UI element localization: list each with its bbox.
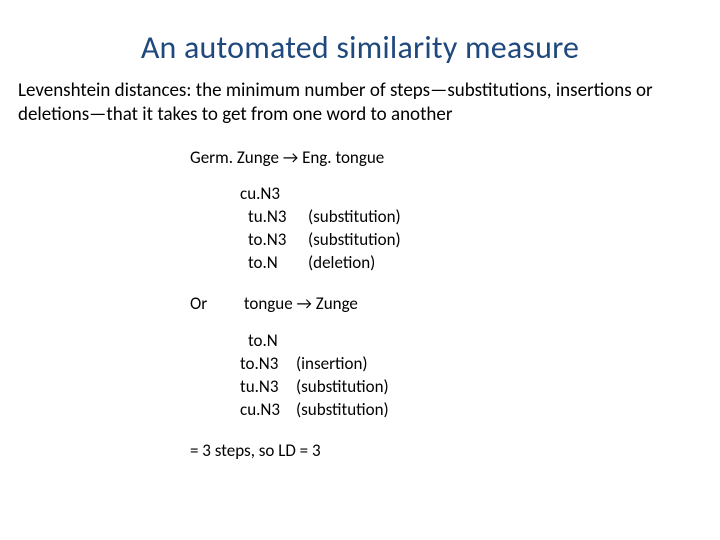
step-word: cu.N3 — [240, 399, 296, 422]
steps-table-a: cu.N3 tu.N3(substitution) to.N3(substitu… — [240, 183, 720, 275]
step-word: cu.N3 — [240, 183, 300, 206]
conclusion: = 3 steps, so LD = 3 — [190, 440, 720, 463]
to-word: tongue — [335, 147, 384, 168]
step-row: to.N3(substitution) — [240, 229, 720, 252]
step-row: cu.N3 — [240, 183, 720, 206]
step-op: (substitution) — [296, 376, 389, 397]
step-word: to.N3 — [240, 229, 308, 252]
step-row: cu.N3(substitution) — [240, 399, 720, 422]
step-op: (deletion) — [308, 252, 375, 273]
step-word: tu.N3 — [240, 376, 296, 399]
from-lang: Germ. — [190, 147, 233, 168]
reverse-header: Or tongue → Zunge — [190, 293, 720, 316]
step-row: tu.N3(substitution) — [240, 206, 720, 229]
step-row: to.N — [240, 330, 720, 353]
to-lang: Eng. — [302, 147, 332, 168]
step-op: (substitution) — [296, 399, 389, 420]
slide: An automated similarity measure Levensht… — [0, 0, 720, 540]
step-op: (substitution) — [308, 206, 401, 227]
example-header: Germ. Zunge → Eng. tongue — [190, 147, 720, 170]
arrow-icon: → — [297, 293, 312, 314]
step-word: to.N — [240, 330, 304, 353]
slide-body-text: Levenshtein distances: the minimum numbe… — [0, 79, 720, 127]
step-word: to.N — [240, 252, 308, 275]
step-word: tu.N3 — [240, 206, 308, 229]
example-block: Germ. Zunge → Eng. tongue cu.N3 tu.N3(su… — [0, 147, 720, 463]
step-word: to.N3 — [240, 353, 296, 376]
step-row: to.N(deletion) — [240, 252, 720, 275]
steps-table-b: to.N to.N3(insertion) tu.N3(substitution… — [240, 330, 720, 422]
arrow-icon: → — [283, 147, 298, 168]
slide-title: An automated similarity measure — [0, 0, 720, 79]
step-row: tu.N3(substitution) — [240, 376, 720, 399]
reverse-from: tongue — [244, 293, 293, 314]
step-row: to.N3(insertion) — [240, 353, 720, 376]
from-word: Zunge — [237, 147, 279, 168]
step-op: (insertion) — [296, 353, 368, 374]
step-op: (substitution) — [308, 229, 401, 250]
or-label: Or — [190, 293, 240, 316]
reverse-to: Zunge — [316, 293, 358, 314]
